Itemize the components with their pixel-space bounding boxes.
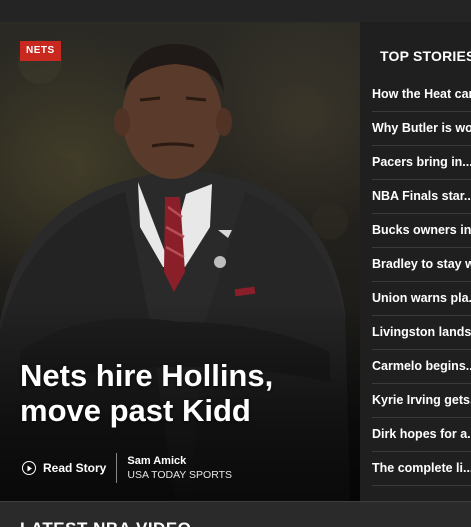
read-story-label: Read Story [43, 461, 107, 475]
story-link[interactable]: Dirk hopes for a... [372, 418, 471, 452]
top-stories-sidebar: TOP STORIES How the Heat can... Why Butl… [360, 22, 471, 501]
story-byline: Read Story Sam Amick USA TODAY SPORTS [22, 452, 232, 484]
story-link[interactable]: Livingston lands... [372, 316, 471, 350]
read-story-button[interactable]: Read Story [22, 453, 118, 483]
author-block: Sam Amick USA TODAY SPORTS [117, 454, 232, 482]
hero-story[interactable]: NETS Nets hire Hollins, move past Kidd R… [0, 22, 360, 501]
story-link[interactable]: How the Heat can... [372, 78, 471, 112]
story-link[interactable]: Bradley to stay w... [372, 248, 471, 282]
headline-line-2[interactable]: move past Kidd [20, 393, 350, 428]
story-link[interactable]: Carmelo begins... [372, 350, 471, 384]
author-name: Sam Amick [127, 455, 187, 467]
sidebar-title: TOP STORIES [380, 48, 471, 64]
headline-line-1[interactable]: Nets hire Hollins, [20, 358, 350, 393]
story-link[interactable]: NBA Finals star... [372, 180, 471, 214]
story-link[interactable]: Kyrie Irving gets... [372, 384, 471, 418]
story-link[interactable]: Why Butler is wo... [372, 112, 471, 146]
play-circle-icon [22, 461, 36, 475]
story-link[interactable]: Pacers bring in... [372, 146, 471, 180]
story-link[interactable]: The complete li... [372, 452, 471, 486]
author-organization: USA TODAY SPORTS [127, 469, 233, 481]
latest-video-section: LATEST NBA VIDEO [0, 501, 471, 527]
story-link[interactable]: Bucks owners in... [372, 214, 471, 248]
hero-headline[interactable]: Nets hire Hollins, move past Kidd [20, 358, 350, 428]
top-nav-bar [0, 0, 471, 23]
story-link[interactable]: Union warns pla... [372, 282, 471, 316]
category-tag[interactable]: NETS [20, 41, 61, 61]
top-stories-list: How the Heat can... Why Butler is wo... … [372, 78, 471, 486]
